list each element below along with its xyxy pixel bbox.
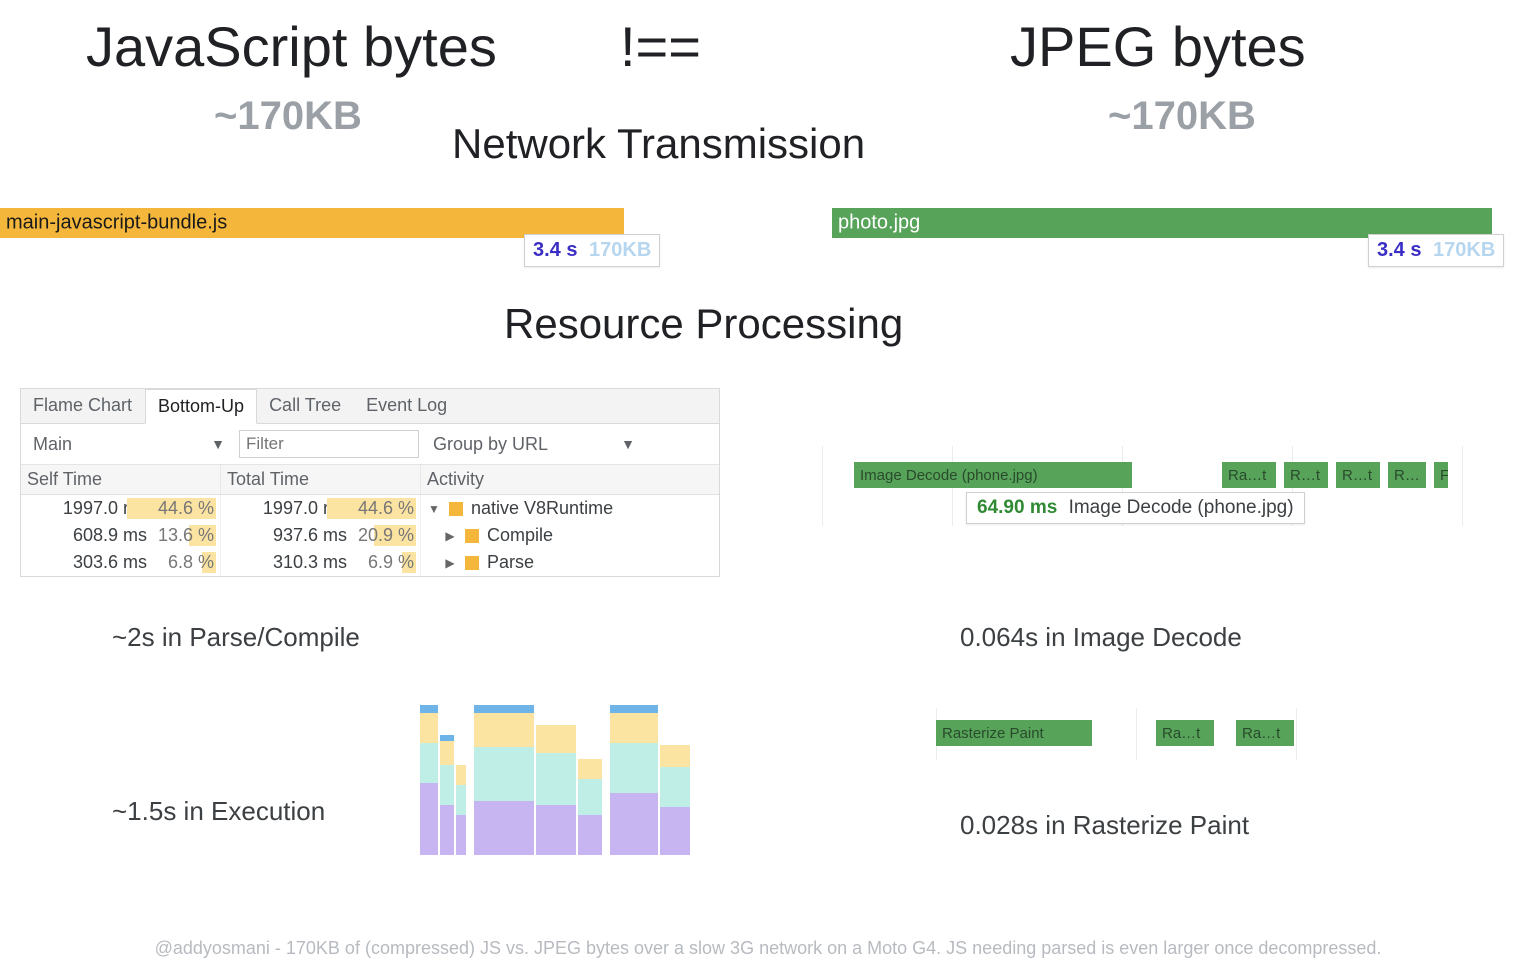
activity-label: Parse [487,552,534,573]
jpeg-bar-tooltip: 3.4 s 170KB [1368,234,1504,267]
jpeg-size: ~170KB [1108,94,1256,139]
triangle-down-icon[interactable]: ▼ [427,502,441,516]
profiler-header-row: Self Time Total Time Activity [21,465,719,495]
activity-label: Compile [487,525,553,546]
raster-chip[interactable]: R…t [1284,462,1330,488]
summary-execution: ~1.5s in Execution [112,796,325,827]
tab-bottom-up[interactable]: Bottom-Up [145,389,257,424]
total-pct: 6.9 % [352,552,414,573]
filter-input-wrap [239,430,419,458]
raster-chip[interactable]: R…t [1336,462,1382,488]
profiler-controls: Main ▼ Group by URL ▼ [21,424,719,465]
profiler-panel: Flame Chart Bottom-Up Call Tree Event Lo… [20,388,720,577]
raster-chip[interactable]: Ra…t [1156,720,1216,746]
tab-flame-chart[interactable]: Flame Chart [21,389,145,423]
activity-swatch [465,556,479,570]
js-bar-tooltip: 3.4 s 170KB [524,234,660,267]
chevron-down-icon: ▼ [211,436,225,452]
activity-label: native V8Runtime [471,498,613,519]
image-decode-tooltip: 64.90 ms Image Decode (phone.jpg) [966,492,1305,524]
profiler-row[interactable]: 1997.0 ms 44.6 % 1997.0 ms 44.6 % ▼nativ… [21,495,719,522]
raster-chip[interactable]: F [1434,462,1450,488]
group-select-label: Group by URL [433,434,548,455]
self-ms: 608.9 ms [57,525,147,546]
profiler-row[interactable]: 608.9 ms 13.6 % 937.6 ms 20.9 % ▶ Compile [21,522,719,549]
activity-swatch [465,529,479,543]
image-decode-tooltip-label: Image Decode (phone.jpg) [1069,497,1294,518]
not-equal-operator: !== [620,14,701,79]
image-decode-segment[interactable]: Image Decode (phone.jpg) [854,462,1134,488]
filter-input[interactable] [239,430,419,458]
js-size: ~170KB [214,94,362,139]
tab-event-log[interactable]: Event Log [354,389,460,423]
raster-chip[interactable]: Ra…t [1222,462,1278,488]
summary-raster-paint: 0.028s in Rasterize Paint [960,810,1249,841]
processing-section-title: Resource Processing [504,300,903,348]
thread-select-label: Main [33,434,72,455]
flame-graph [420,700,710,855]
group-select[interactable]: Group by URL ▼ [429,434,639,455]
js-bar-time: 3.4 s [533,239,577,261]
raster-chip[interactable]: Ra…t [1236,720,1296,746]
thread-select[interactable]: Main ▼ [29,434,229,455]
triangle-right-icon[interactable]: ▶ [443,529,457,543]
js-bar-label: main-javascript-bundle.js [6,212,227,235]
rasterize-segment[interactable]: Rasterize Paint [936,720,1094,746]
tab-call-tree[interactable]: Call Tree [257,389,354,423]
self-pct: 6.8 % [152,552,214,573]
jpeg-bar-label: photo.jpg [838,212,920,235]
jpeg-bar-time: 3.4 s [1377,239,1421,261]
total-ms: 310.3 ms [257,552,347,573]
image-decode-ms: 64.90 ms [977,497,1057,518]
triangle-right-icon[interactable]: ▶ [443,556,457,570]
jpeg-bar-size: 170KB [1433,239,1495,261]
total-pct: 44.6 % [352,498,414,519]
image-decode-timeline: Image Decode (phone.jpg) Ra…t R…t R…t R…… [822,446,1512,526]
profiler-row[interactable]: 303.6 ms 6.8 % 310.3 ms 6.9 % ▶ Parse [21,549,719,576]
rasterize-timeline: Rasterize Paint Ra…t Ra…t [936,714,1406,754]
self-pct: 44.6 % [152,498,214,519]
summary-image-decode: 0.064s in Image Decode [960,622,1242,653]
js-bar-size: 170KB [589,239,651,261]
total-ms: 937.6 ms [257,525,347,546]
network-section-title: Network Transmission [452,120,865,168]
footnote: @addyosmani - 170KB of (compressed) JS v… [0,938,1536,959]
profiler-tabs: Flame Chart Bottom-Up Call Tree Event Lo… [21,389,719,424]
raster-chip[interactable]: R… [1388,462,1428,488]
summary-parse-compile: ~2s in Parse/Compile [112,622,360,653]
total-pct: 20.9 % [352,525,414,546]
activity-swatch [449,502,463,516]
col-self-time[interactable]: Self Time [21,465,221,494]
jpeg-heading: JPEG bytes [1010,14,1306,79]
self-ms: 303.6 ms [57,552,147,573]
chevron-down-icon: ▼ [621,436,635,452]
col-total-time[interactable]: Total Time [221,465,421,494]
self-pct: 13.6 % [152,525,214,546]
js-heading: JavaScript bytes [86,14,497,79]
col-activity[interactable]: Activity [421,465,719,494]
